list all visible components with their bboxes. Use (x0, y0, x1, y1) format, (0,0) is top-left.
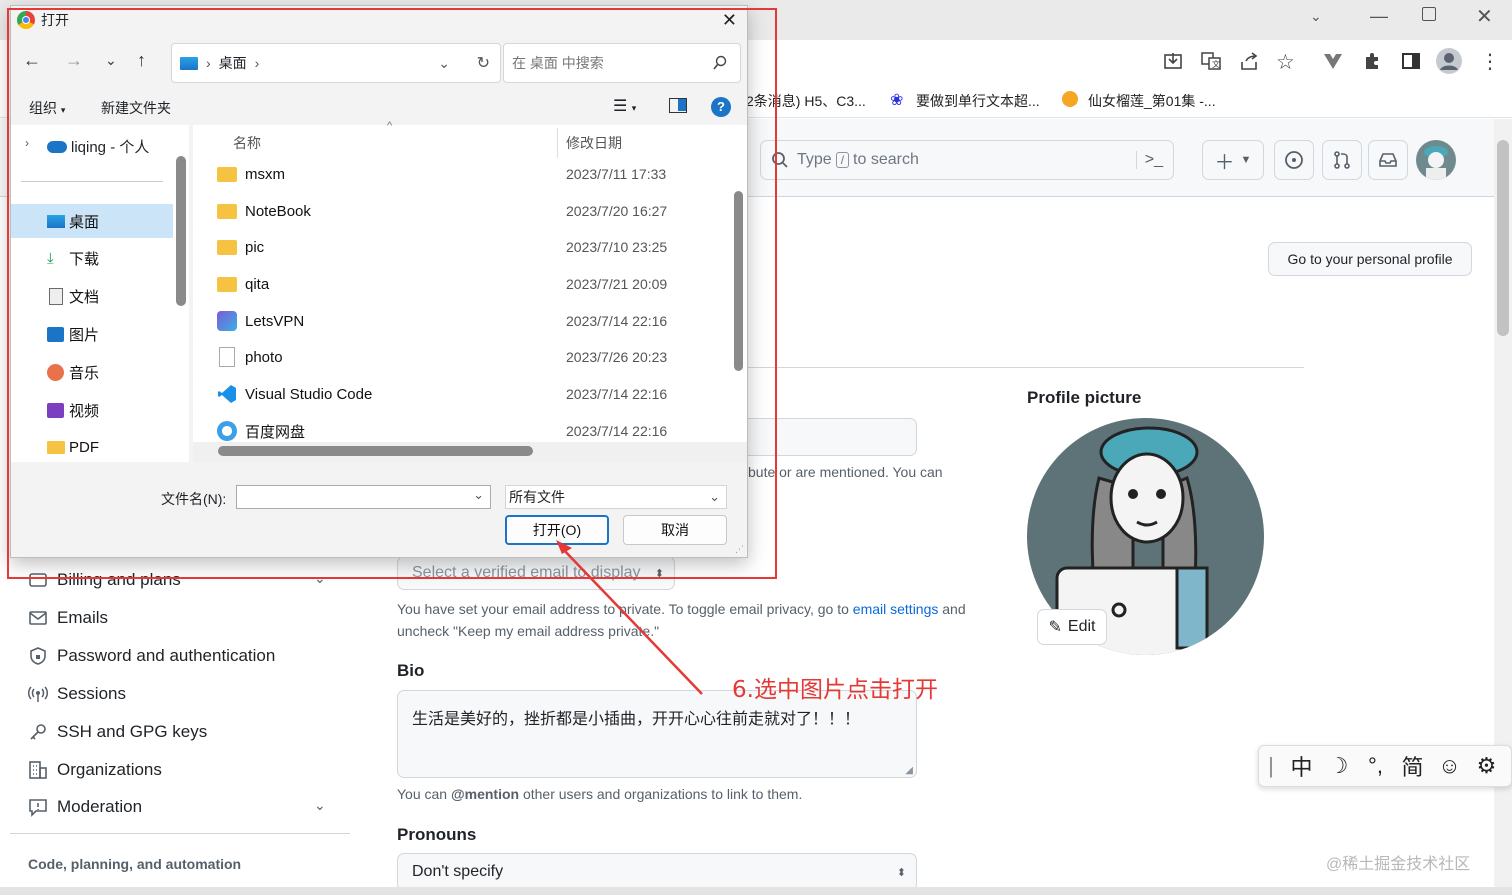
mention-note: You can @mention other users and organiz… (397, 786, 802, 802)
search-shortcut-key: / (835, 152, 850, 168)
issues-icon[interactable] (1274, 140, 1314, 180)
resize-handle-icon[interactable]: ◢ (905, 765, 913, 776)
annotation-text: 6.选中图片点击打开 (732, 677, 938, 703)
svg-text:文: 文 (1212, 59, 1220, 69)
baidu-paw-icon: ❀ (890, 92, 904, 109)
profile-picture-label: Profile picture (1027, 388, 1142, 407)
ime-emoji-icon[interactable]: ☺ (1431, 753, 1468, 779)
pronouns-label: Pronouns (397, 825, 477, 844)
pronouns-value: Don't specify (412, 863, 504, 880)
user-avatar[interactable] (1416, 140, 1456, 180)
page-scrollbar-thumb[interactable] (1497, 140, 1509, 336)
edit-avatar-button[interactable]: ✎ Edit (1037, 609, 1107, 645)
pronouns-select[interactable]: Don't specify ⬍ (397, 853, 917, 891)
ime-moon-icon[interactable]: ☽ (1320, 753, 1357, 779)
restore-window-button[interactable] (1422, 7, 1436, 21)
sidebar-item-sessions[interactable]: Sessions (28, 680, 126, 708)
sidebar-item-password[interactable]: Password and authentication (28, 642, 275, 670)
side-panel-icon[interactable] (1400, 50, 1424, 74)
sidebar-item-label: Sessions (57, 684, 126, 703)
bookmark-item[interactable]: 要做到单行文本超... (916, 91, 1040, 111)
command-palette-icon[interactable]: >_ (1135, 151, 1163, 169)
github-search-input[interactable]: Type / to search >_ (760, 140, 1174, 180)
key-icon (28, 722, 48, 742)
sidebar-item-moderation[interactable]: Moderation (28, 793, 142, 821)
email-settings-link[interactable]: email settings (853, 601, 939, 617)
chevron-down-icon[interactable]: ⌄ (314, 797, 326, 814)
ime-settings-icon[interactable]: ⚙ (1468, 753, 1505, 779)
broadcast-icon (28, 684, 48, 704)
profile-avatar-icon[interactable] (1436, 48, 1462, 74)
select-arrows-icon: ⬍ (896, 866, 906, 879)
go-to-profile-button[interactable]: Go to your personal profile (1268, 242, 1472, 276)
bio-label: Bio (397, 661, 425, 680)
organization-icon (28, 760, 48, 780)
email-note: bute or are mentioned. You can (748, 464, 943, 480)
close-window-button[interactable]: ✕ (1476, 4, 1493, 29)
ime-drag-handle[interactable]: | (1259, 753, 1283, 779)
ime-toolbar: | 中 ☽ °, 简 ☺ ⚙ (1258, 745, 1512, 787)
email-privacy-text: and (942, 601, 966, 617)
browser-menu-icon[interactable]: ⋮ (1480, 49, 1500, 74)
annotation-arrow (556, 540, 703, 695)
shield-lock-icon (28, 646, 48, 666)
sidebar-item-label: SSH and GPG keys (57, 722, 208, 741)
inbox-icon[interactable] (1368, 140, 1408, 180)
extensions-icon[interactable] (1362, 50, 1386, 74)
bilibili-icon (1062, 91, 1078, 107)
share-icon[interactable] (1238, 50, 1262, 74)
vue-devtools-icon[interactable] (1322, 50, 1346, 74)
ime-simplified[interactable]: 简 (1394, 750, 1431, 782)
mention-text: You can (397, 786, 448, 802)
sidebar-item-label: Organizations (57, 760, 162, 779)
bookmark-item[interactable]: 仙女榴莲_第01集 -... (1088, 91, 1216, 111)
sidebar-divider (10, 833, 350, 834)
sidebar-item-label: Password and authentication (57, 646, 276, 665)
mail-icon (28, 608, 48, 628)
search-placeholder-suffix: to search (853, 151, 919, 168)
ime-punctuation[interactable]: °, (1357, 753, 1394, 779)
mention-bold: @mention (450, 786, 520, 802)
minimize-window-button[interactable]: — (1370, 6, 1388, 27)
bio-text: 生活是美好的，挫折都是小插曲，开开心心往前走就对了！！！ (412, 711, 861, 728)
tab-list-chevron-icon[interactable]: ⌄ (1310, 8, 1334, 28)
translate-icon[interactable]: 文 (1200, 50, 1224, 74)
ime-chinese-mode[interactable]: 中 (1283, 750, 1320, 782)
mention-text: other users and organizations to link to… (522, 786, 803, 802)
report-icon (28, 797, 48, 817)
sidebar-section-heading: Code, planning, and automation (28, 856, 242, 872)
pull-requests-icon[interactable] (1322, 140, 1362, 180)
search-placeholder-prefix: Type (797, 151, 832, 168)
sidebar-item-label: Emails (57, 608, 109, 627)
watermark: @稀土掘金技术社区 (1326, 856, 1471, 873)
create-new-button[interactable]: ＋ ▼ (1202, 140, 1264, 180)
sidebar-item-label: Moderation (57, 797, 143, 816)
horizontal-scrollbar[interactable] (0, 887, 1512, 895)
install-app-icon[interactable] (1162, 50, 1186, 74)
red-highlight-box (7, 8, 777, 579)
bookmark-star-icon[interactable]: ☆ (1276, 50, 1300, 74)
edit-label: Edit (1067, 618, 1096, 635)
sidebar-item-emails[interactable]: Emails (28, 604, 108, 632)
sidebar-item-organizations[interactable]: Organizations (28, 756, 162, 784)
sidebar-item-ssh[interactable]: SSH and GPG keys (28, 718, 207, 746)
pencil-icon: ✎ (1048, 619, 1062, 636)
